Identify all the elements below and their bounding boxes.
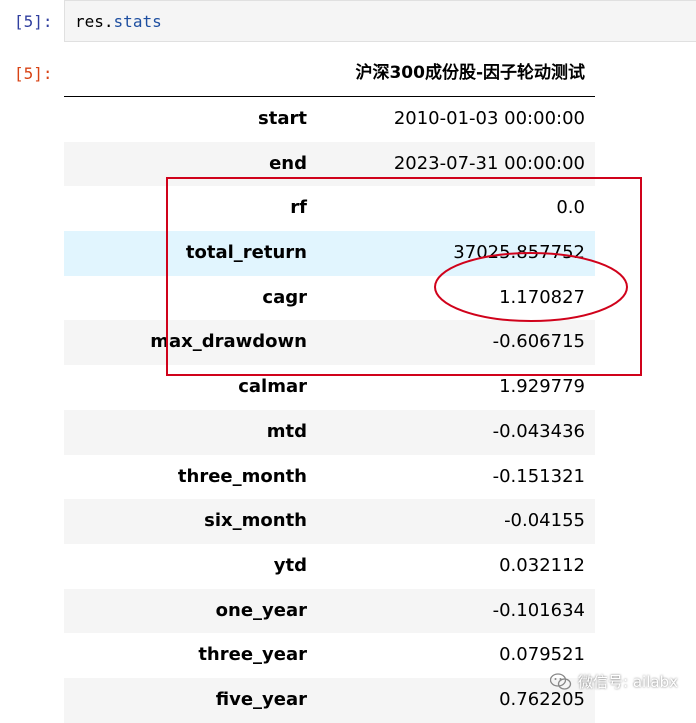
table-row: mtd -0.043436 — [64, 409, 595, 455]
table-row: three_year 0.079521 — [64, 633, 595, 678]
row-value: -0.606715 — [492, 331, 585, 353]
stats-table: 沪深300成份股-因子轮动测试 start 2010-01-03 00:00:0… — [64, 52, 595, 723]
row-value: 2010-01-03 00:00:00 — [393, 108, 585, 129]
row-value: 1.170827 — [499, 286, 585, 308]
row-label: total_return — [185, 242, 307, 264]
row-value: -0.151321 — [492, 465, 585, 487]
row-value: 0.032112 — [499, 554, 585, 576]
code-variable: res — [75, 12, 104, 31]
table-row: ytd 0.032112 — [64, 544, 595, 589]
table-row: rf 0.0 — [64, 186, 595, 231]
table-row: six_month -0.04155 — [64, 499, 595, 544]
row-label: max_drawdown — [150, 331, 307, 353]
table-row: start 2010-01-03 00:00:00 — [64, 97, 595, 142]
table-row: max_drawdown -0.606715 — [64, 320, 595, 366]
code-dot: . — [103, 12, 114, 31]
output-prompt: [5]: — [14, 64, 53, 83]
row-label: six_month — [204, 510, 307, 532]
table-row: five_year 0.762205 — [64, 677, 595, 723]
row-label: rf — [290, 197, 307, 219]
row-label: start — [258, 108, 307, 129]
input-prompt: [5]: — [14, 12, 53, 31]
row-label: one_year — [215, 599, 307, 621]
table-row: three_month -0.151321 — [64, 455, 595, 500]
row-label: three_year — [198, 644, 307, 666]
row-value: 37025.857752 — [453, 242, 585, 264]
table-row: cagr 1.170827 — [64, 276, 595, 321]
code-attribute: stats — [113, 12, 162, 31]
row-label: ytd — [273, 554, 307, 576]
row-label: calmar — [238, 376, 307, 398]
row-value: 2023-07-31 00:00:00 — [393, 152, 585, 174]
row-label: three_month — [177, 465, 307, 487]
watermark: 微信号: ailabx — [550, 671, 678, 692]
row-label: cagr — [262, 286, 307, 308]
code-text: res.stats — [75, 12, 162, 32]
watermark-text: 微信号: ailabx — [578, 673, 678, 691]
table-row: calmar 1.929779 — [64, 365, 595, 410]
table-row-hovered: total_return 37025.857752 — [64, 231, 595, 276]
row-value: 0.079521 — [499, 644, 585, 666]
column-header: 沪深300成份股-因子轮动测试 — [355, 63, 585, 83]
row-value: -0.04155 — [504, 510, 585, 532]
table-row: end 2023-07-31 00:00:00 — [64, 141, 595, 187]
row-value: 0.0 — [556, 197, 585, 219]
table-header: 沪深300成份股-因子轮动测试 — [64, 52, 595, 97]
row-label: end — [269, 152, 307, 174]
wechat-icon — [550, 672, 572, 690]
row-value: 1.929779 — [499, 376, 585, 398]
row-value: -0.043436 — [492, 420, 585, 442]
code-cell[interactable]: res.stats — [64, 0, 696, 42]
row-label: mtd — [266, 420, 307, 442]
table-row: one_year -0.101634 — [64, 588, 595, 634]
row-value: -0.101634 — [492, 599, 585, 621]
